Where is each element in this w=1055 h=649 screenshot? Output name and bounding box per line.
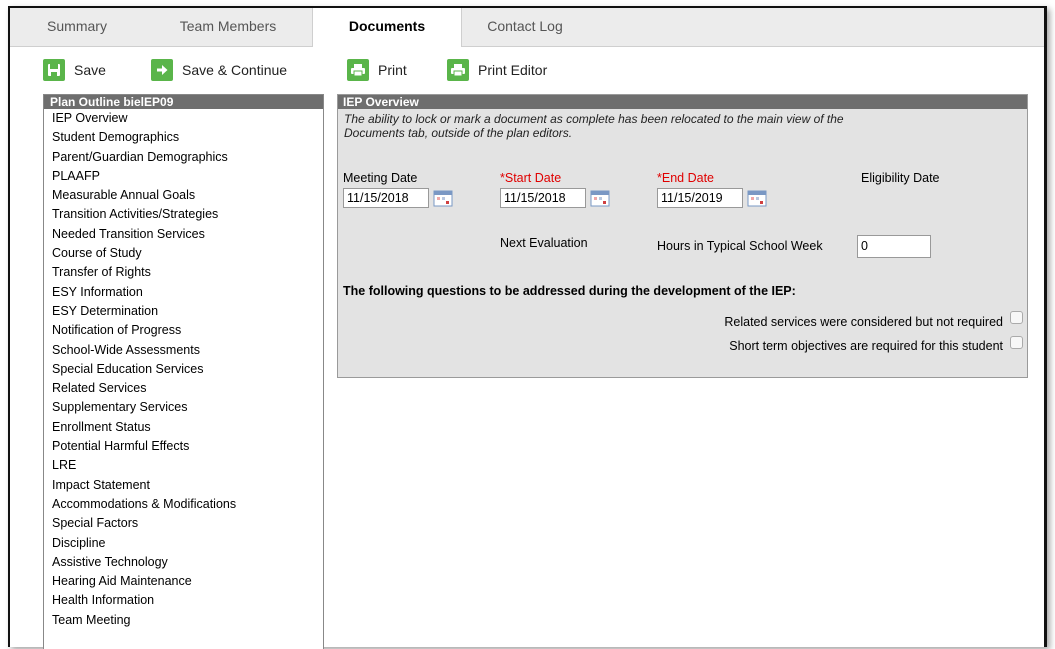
save-continue-label: Save & Continue <box>182 62 288 78</box>
print-editor-label: Print Editor <box>478 62 548 78</box>
hours-typical-week-label: Hours in Typical School Week <box>657 239 823 253</box>
question-short-term-objectives-label: Short term objectives are required for t… <box>729 339 1003 353</box>
plan-outline-list: IEP Overview Student Demographics Parent… <box>44 109 323 630</box>
printer-icon <box>347 59 369 81</box>
iep-overview-header: IEP Overview <box>338 95 1027 109</box>
outline-item-special-factors[interactable]: Special Factors <box>44 514 323 533</box>
plan-outline: Plan Outline bielEP09 IEP Overview Stude… <box>43 94 324 649</box>
outline-item-hearing-aid-maintenance[interactable]: Hearing Aid Maintenance <box>44 572 323 591</box>
start-date-label: *Start Date <box>500 171 561 185</box>
tab-documents[interactable]: Documents <box>312 8 462 47</box>
outline-item-parent-guardian-demographics[interactable]: Parent/Guardian Demographics <box>44 148 323 167</box>
next-evaluation-label: Next Evaluation <box>500 236 588 250</box>
printer-icon <box>447 59 469 81</box>
app-window: Summary Team Members Documents Contact L… <box>8 6 1047 649</box>
floppy-icon <box>43 59 65 81</box>
outline-item-transition-activities[interactable]: Transition Activities/Strategies <box>44 205 323 224</box>
outline-item-accommodations-modifications[interactable]: Accommodations & Modifications <box>44 495 323 514</box>
calendar-icon[interactable] <box>747 189 767 207</box>
end-date-label: *End Date <box>657 171 714 185</box>
outline-item-related-services[interactable]: Related Services <box>44 379 323 398</box>
tab-team-members[interactable]: Team Members <box>144 8 312 46</box>
end-date-input[interactable]: 11/15/2019 <box>657 188 743 208</box>
lock-notice-line1: The ability to lock or mark a document a… <box>344 112 844 126</box>
meeting-date-label: Meeting Date <box>343 171 418 185</box>
outline-item-notification-of-progress[interactable]: Notification of Progress <box>44 321 323 340</box>
outline-item-assistive-technology[interactable]: Assistive Technology <box>44 553 323 572</box>
outline-item-iep-overview[interactable]: IEP Overview <box>44 109 323 128</box>
outline-item-plaafp[interactable]: PLAAFP <box>44 167 323 186</box>
hours-typical-week-input[interactable]: 0 <box>857 235 931 258</box>
arrow-right-icon <box>151 59 173 81</box>
outline-item-enrollment-status[interactable]: Enrollment Status <box>44 418 323 437</box>
related-services-checkbox[interactable] <box>1010 311 1023 324</box>
calendar-icon[interactable] <box>590 189 610 207</box>
outline-item-course-of-study[interactable]: Course of Study <box>44 244 323 263</box>
outline-item-measurable-annual-goals[interactable]: Measurable Annual Goals <box>44 186 323 205</box>
outline-item-discipline[interactable]: Discipline <box>44 534 323 553</box>
iep-overview-panel: IEP Overview The ability to lock or mark… <box>337 94 1028 378</box>
tab-contact-log[interactable]: Contact Log <box>460 8 590 46</box>
question-related-services-label: Related services were considered but not… <box>724 315 1003 329</box>
outline-item-potential-harmful-effects[interactable]: Potential Harmful Effects <box>44 437 323 456</box>
save-label: Save <box>74 62 106 78</box>
print-editor-button[interactable]: Print Editor <box>447 57 547 83</box>
outline-item-impact-statement[interactable]: Impact Statement <box>44 476 323 495</box>
outline-item-transfer-of-rights[interactable]: Transfer of Rights <box>44 263 323 282</box>
questions-heading: The following questions to be addressed … <box>343 284 796 298</box>
tab-summary[interactable]: Summary <box>10 8 144 46</box>
plan-outline-header: Plan Outline bielEP09 <box>44 95 323 109</box>
start-date-label-text: Start Date <box>504 171 562 185</box>
outline-item-team-meeting[interactable]: Team Meeting <box>44 611 323 630</box>
outline-item-supplementary-services[interactable]: Supplementary Services <box>44 398 323 417</box>
start-date-input[interactable]: 11/15/2018 <box>500 188 586 208</box>
print-button[interactable]: Print <box>347 57 407 83</box>
outline-item-student-demographics[interactable]: Student Demographics <box>44 128 323 147</box>
meeting-date-input[interactable]: 11/15/2018 <box>343 188 429 208</box>
eligibility-date-label: Eligibility Date <box>861 171 940 185</box>
outline-item-esy-determination[interactable]: ESY Determination <box>44 302 323 321</box>
lock-notice-line2: Documents tab, outside of the plan edito… <box>344 126 573 140</box>
outline-item-school-wide-assessments[interactable]: School-Wide Assessments <box>44 341 323 360</box>
outline-item-needed-transition-services[interactable]: Needed Transition Services <box>44 225 323 244</box>
print-label: Print <box>378 62 407 78</box>
save-continue-button[interactable]: Save & Continue <box>151 57 287 83</box>
short-term-objectives-checkbox[interactable] <box>1010 336 1023 349</box>
outline-item-special-education-services[interactable]: Special Education Services <box>44 360 323 379</box>
save-button[interactable]: Save <box>43 57 106 83</box>
outline-item-health-information[interactable]: Health Information <box>44 591 323 610</box>
calendar-icon[interactable] <box>433 189 453 207</box>
lock-notice: The ability to lock or mark a document a… <box>344 112 984 140</box>
end-date-label-text: End Date <box>661 171 714 185</box>
tab-bar: Summary Team Members Documents Contact L… <box>10 8 1044 47</box>
outline-item-lre[interactable]: LRE <box>44 456 323 475</box>
outline-item-esy-information[interactable]: ESY Information <box>44 283 323 302</box>
